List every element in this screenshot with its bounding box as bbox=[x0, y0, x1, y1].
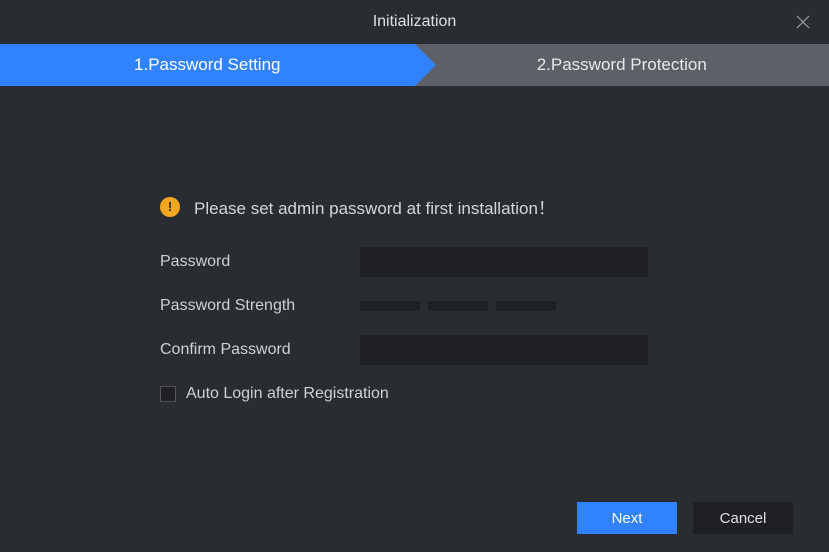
confirm-password-input[interactable] bbox=[360, 335, 648, 365]
next-button-label: Next bbox=[612, 510, 643, 527]
autologin-label: Auto Login after Registration bbox=[186, 385, 389, 403]
step-password-protection[interactable]: 2.Password Protection bbox=[415, 44, 829, 86]
confirm-row: Confirm Password bbox=[160, 335, 829, 365]
next-button[interactable]: Next bbox=[577, 502, 677, 534]
warning-icon: ! bbox=[160, 197, 180, 217]
strength-seg-3 bbox=[496, 301, 556, 311]
cancel-button[interactable]: Cancel bbox=[693, 502, 793, 534]
close-icon[interactable] bbox=[795, 14, 811, 30]
strength-seg-2 bbox=[428, 301, 488, 311]
password-input[interactable] bbox=[360, 247, 648, 277]
strength-seg-1 bbox=[360, 301, 420, 311]
password-row: Password bbox=[160, 247, 829, 277]
step-1-label: 1.Password Setting bbox=[134, 55, 280, 75]
autologin-checkbox[interactable] bbox=[160, 386, 176, 402]
step-2-label: 2.Password Protection bbox=[537, 55, 707, 75]
confirm-label: Confirm Password bbox=[160, 341, 360, 359]
window-title: Initialization bbox=[373, 13, 457, 31]
footer-buttons: Next Cancel bbox=[577, 502, 793, 534]
content-area: ! Please set admin password at first ins… bbox=[0, 86, 829, 403]
wizard-steps: 1.Password Setting 2.Password Protection bbox=[0, 44, 829, 86]
step-password-setting[interactable]: 1.Password Setting bbox=[0, 44, 415, 86]
cancel-button-label: Cancel bbox=[720, 510, 767, 527]
strength-row: Password Strength bbox=[160, 297, 829, 315]
autologin-row: Auto Login after Registration bbox=[160, 385, 829, 403]
hint-text: Please set admin password at first insta… bbox=[194, 194, 555, 219]
strength-label: Password Strength bbox=[160, 297, 360, 315]
password-label: Password bbox=[160, 253, 360, 271]
hint-row: ! Please set admin password at first ins… bbox=[160, 194, 829, 219]
strength-meter bbox=[360, 301, 556, 311]
titlebar: Initialization bbox=[0, 0, 829, 44]
